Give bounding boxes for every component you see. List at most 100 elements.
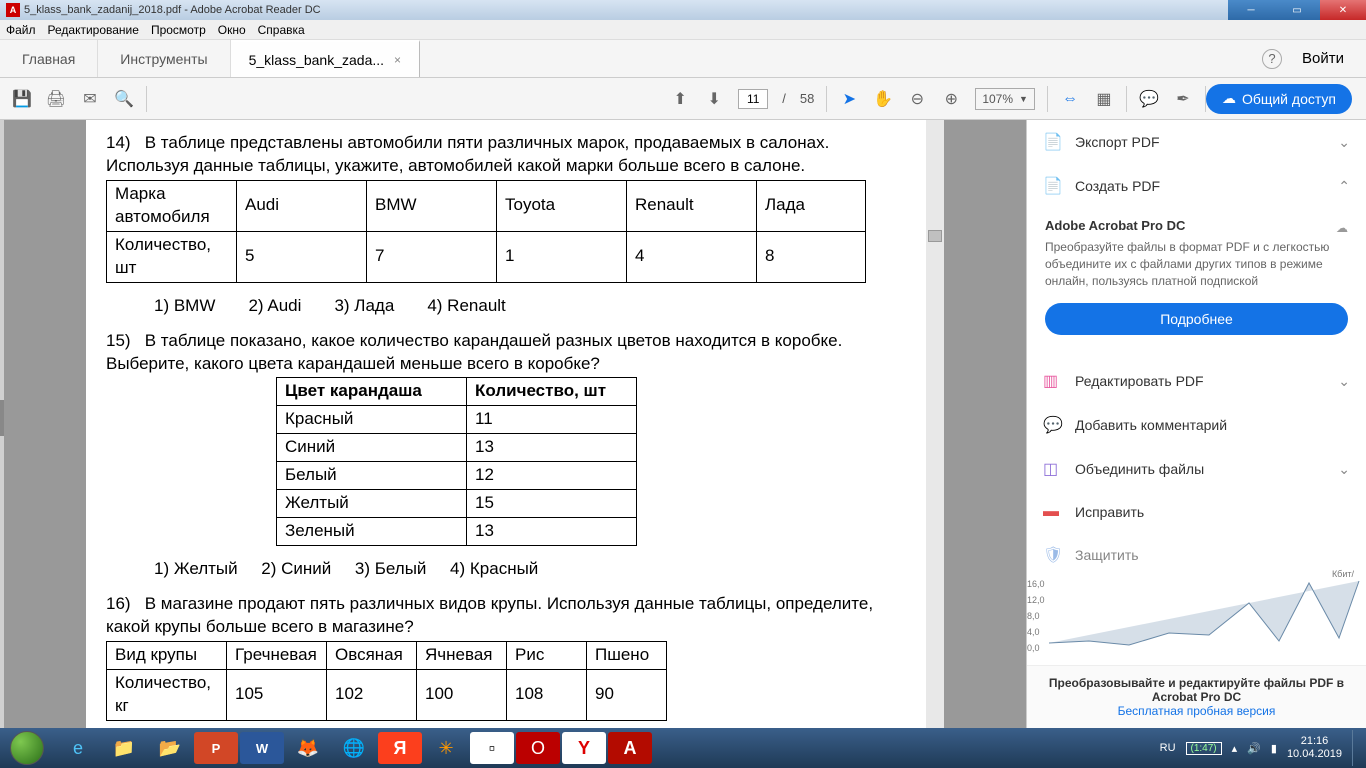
tray-lang[interactable]: RU	[1160, 742, 1176, 754]
p15-text: В таблице показано, какое количество кар…	[106, 331, 842, 373]
page-up-icon[interactable]: ⬆	[670, 89, 690, 109]
hand-icon[interactable]: ✋	[873, 89, 893, 109]
tab-home[interactable]: Главная	[0, 40, 98, 77]
rp-trial-link[interactable]: Бесплатная пробная версия	[1118, 704, 1276, 718]
page-sep: /	[782, 91, 786, 106]
rp-edit-pdf[interactable]: ▥ Редактировать PDF ⌄	[1027, 359, 1366, 403]
pdf-icon: A	[6, 3, 20, 17]
tray-battery[interactable]: (1:47)	[1186, 742, 1222, 755]
rp-combine[interactable]: ◫Объединить файлы ⌄	[1027, 447, 1366, 491]
export-pdf-icon: 📄	[1043, 132, 1063, 152]
window-title: 5_klass_bank_zadanij_2018.pdf - Adobe Ac…	[24, 4, 321, 16]
edit-icon: ▥	[1043, 371, 1063, 391]
taskbar-opera-icon[interactable]: O	[516, 732, 560, 764]
page-total: 58	[800, 91, 814, 106]
zoom-value: 107%	[982, 92, 1013, 106]
comment-tool-icon: 💬	[1043, 415, 1063, 435]
mail-icon[interactable]: ✉	[80, 89, 100, 109]
menu-file[interactable]: Файл	[6, 23, 36, 37]
print-icon[interactable]: 🖨	[46, 89, 66, 109]
chevron-down-icon: ⌄	[1338, 461, 1350, 478]
taskbar-acrobat-icon[interactable]: A	[608, 732, 652, 764]
arrow-icon[interactable]: ➤	[839, 89, 859, 109]
p16-num: 16)	[106, 594, 131, 613]
chevron-down-icon: ⌄	[1338, 373, 1350, 390]
rp-more-button[interactable]: Подробнее	[1045, 303, 1348, 335]
p16-table: Вид крупыГречневаяОвсянаяЯчневаяРисПшено…	[106, 641, 667, 721]
menu-help[interactable]: Справка	[258, 23, 305, 37]
chevron-up-icon: ⌃	[1338, 178, 1350, 195]
system-tray: RU (1:47) ▴ 🔊 ▮ 21:16 10.04.2019	[1160, 730, 1366, 766]
page-current-input[interactable]	[738, 89, 768, 109]
rp-edit-label: Редактировать PDF	[1075, 373, 1204, 389]
rp-protect-label: Защитить	[1075, 547, 1139, 563]
tray-date: 10.04.2019	[1287, 748, 1342, 761]
share-button[interactable]: ☁ Общий доступ	[1206, 84, 1352, 114]
show-desktop-button[interactable]	[1352, 730, 1360, 766]
minimize-button[interactable]: ─	[1228, 0, 1274, 20]
help-icon[interactable]: ?	[1262, 49, 1282, 69]
p15-num: 15)	[106, 331, 131, 350]
taskbar-chrome-icon[interactable]: 🌐	[332, 732, 376, 764]
rp-protect[interactable]: 🛡 Защитить	[1027, 533, 1366, 577]
taskbar-powerpoint-icon[interactable]: P	[194, 732, 238, 764]
taskbar-folder-icon[interactable]: 📂	[148, 732, 192, 764]
rp-comment[interactable]: 💬Добавить комментарий	[1027, 403, 1366, 447]
protect-icon: 🛡	[1043, 545, 1063, 565]
save-icon[interactable]: 💾	[12, 89, 32, 109]
p15-table: Цвет карандашаКоличество, шт Красный11 С…	[276, 377, 637, 546]
rp-export-label: Экспорт PDF	[1075, 134, 1160, 150]
tab-document-label: 5_klass_bank_zada...	[249, 52, 384, 68]
rp-export-pdf[interactable]: 📄 Экспорт PDF ⌄	[1027, 120, 1366, 164]
page-down-icon[interactable]: ⬇	[704, 89, 724, 109]
tab-close-icon[interactable]: ×	[394, 53, 401, 67]
taskbar-app-icon[interactable]: ✳	[424, 732, 468, 764]
taskbar-word-icon[interactable]: W	[240, 732, 284, 764]
zoom-in-icon[interactable]: ⊕	[941, 89, 961, 109]
rp-create-pdf[interactable]: 📄Создать PDF ⌃	[1027, 164, 1366, 208]
search-icon[interactable]: 🔍	[114, 89, 134, 109]
rp-section-body: Преобразуйте файлы в формат PDF и с легк…	[1045, 239, 1348, 289]
tray-up-icon[interactable]: ▴	[1232, 742, 1238, 755]
tray-network-icon[interactable]: ▮	[1271, 742, 1277, 755]
fit-page-icon[interactable]: ▦	[1094, 89, 1114, 109]
rp-create-label: Создать PDF	[1075, 178, 1160, 194]
fit-width-icon[interactable]: ⇔	[1060, 89, 1080, 109]
zoom-select[interactable]: 107% ▼	[975, 88, 1035, 110]
tray-clock[interactable]: 21:16 10.04.2019	[1287, 735, 1342, 761]
tray-volume-icon[interactable]: 🔊	[1247, 742, 1261, 755]
tab-document[interactable]: 5_klass_bank_zada... ×	[231, 40, 420, 77]
p14-num: 14)	[106, 133, 131, 152]
start-button[interactable]	[0, 728, 54, 768]
close-button[interactable]: ✕	[1320, 0, 1366, 20]
taskbar-explorer-icon[interactable]: 📁	[102, 732, 146, 764]
tab-tools[interactable]: Инструменты	[98, 40, 230, 77]
comment-icon[interactable]: 💬	[1139, 89, 1159, 109]
cloud-icon: ☁	[1336, 221, 1348, 235]
taskbar-yandex-browser-icon[interactable]: Y	[562, 732, 606, 764]
maximize-button[interactable]: ▭	[1274, 0, 1320, 20]
toolbar: 💾 🖨 ✉ 🔍 ⬆ ⬇ / 58 ➤ ✋ ⊖ ⊕ 107% ▼ ⇔ ▦ 💬 ✒ …	[0, 78, 1366, 120]
rp-fix[interactable]: ▬Исправить	[1027, 491, 1366, 533]
taskbar-firefox-icon[interactable]: 🦊	[286, 732, 330, 764]
tab-bar: Главная Инструменты 5_klass_bank_zada...…	[0, 40, 1366, 78]
window-titlebar: A 5_klass_bank_zadanij_2018.pdf - Adobe …	[0, 0, 1366, 20]
rp-pro-section: Adobe Acrobat Pro DC ☁ Преобразуйте файл…	[1027, 208, 1366, 359]
p14-table: Марка автомобиляAudiBMWToyotaRenaultЛада…	[106, 180, 866, 283]
taskbar-app-icon[interactable]: ▫	[470, 732, 514, 764]
menu-bar: Файл Редактирование Просмотр Окно Справк…	[0, 20, 1366, 40]
rp-section-title: Adobe Acrobat Pro DC	[1045, 218, 1348, 233]
menu-view[interactable]: Просмотр	[151, 23, 206, 37]
menu-edit[interactable]: Редактирование	[48, 23, 139, 37]
vertical-scrollbar[interactable]	[926, 120, 944, 728]
zoom-out-icon[interactable]: ⊖	[907, 89, 927, 109]
sign-icon[interactable]: ✒	[1173, 89, 1193, 109]
scrollbar-thumb[interactable]	[928, 230, 942, 242]
signin-button[interactable]: Войти	[1302, 50, 1344, 67]
taskbar-yandex-icon[interactable]: Я	[378, 732, 422, 764]
chevron-down-icon: ⌄	[1338, 134, 1350, 151]
rp-footer: Преобразовывайте и редактируйте файлы PD…	[1027, 665, 1366, 728]
menu-window[interactable]: Окно	[218, 23, 246, 37]
combine-icon: ◫	[1043, 459, 1063, 479]
taskbar-ie-icon[interactable]: e	[56, 732, 100, 764]
